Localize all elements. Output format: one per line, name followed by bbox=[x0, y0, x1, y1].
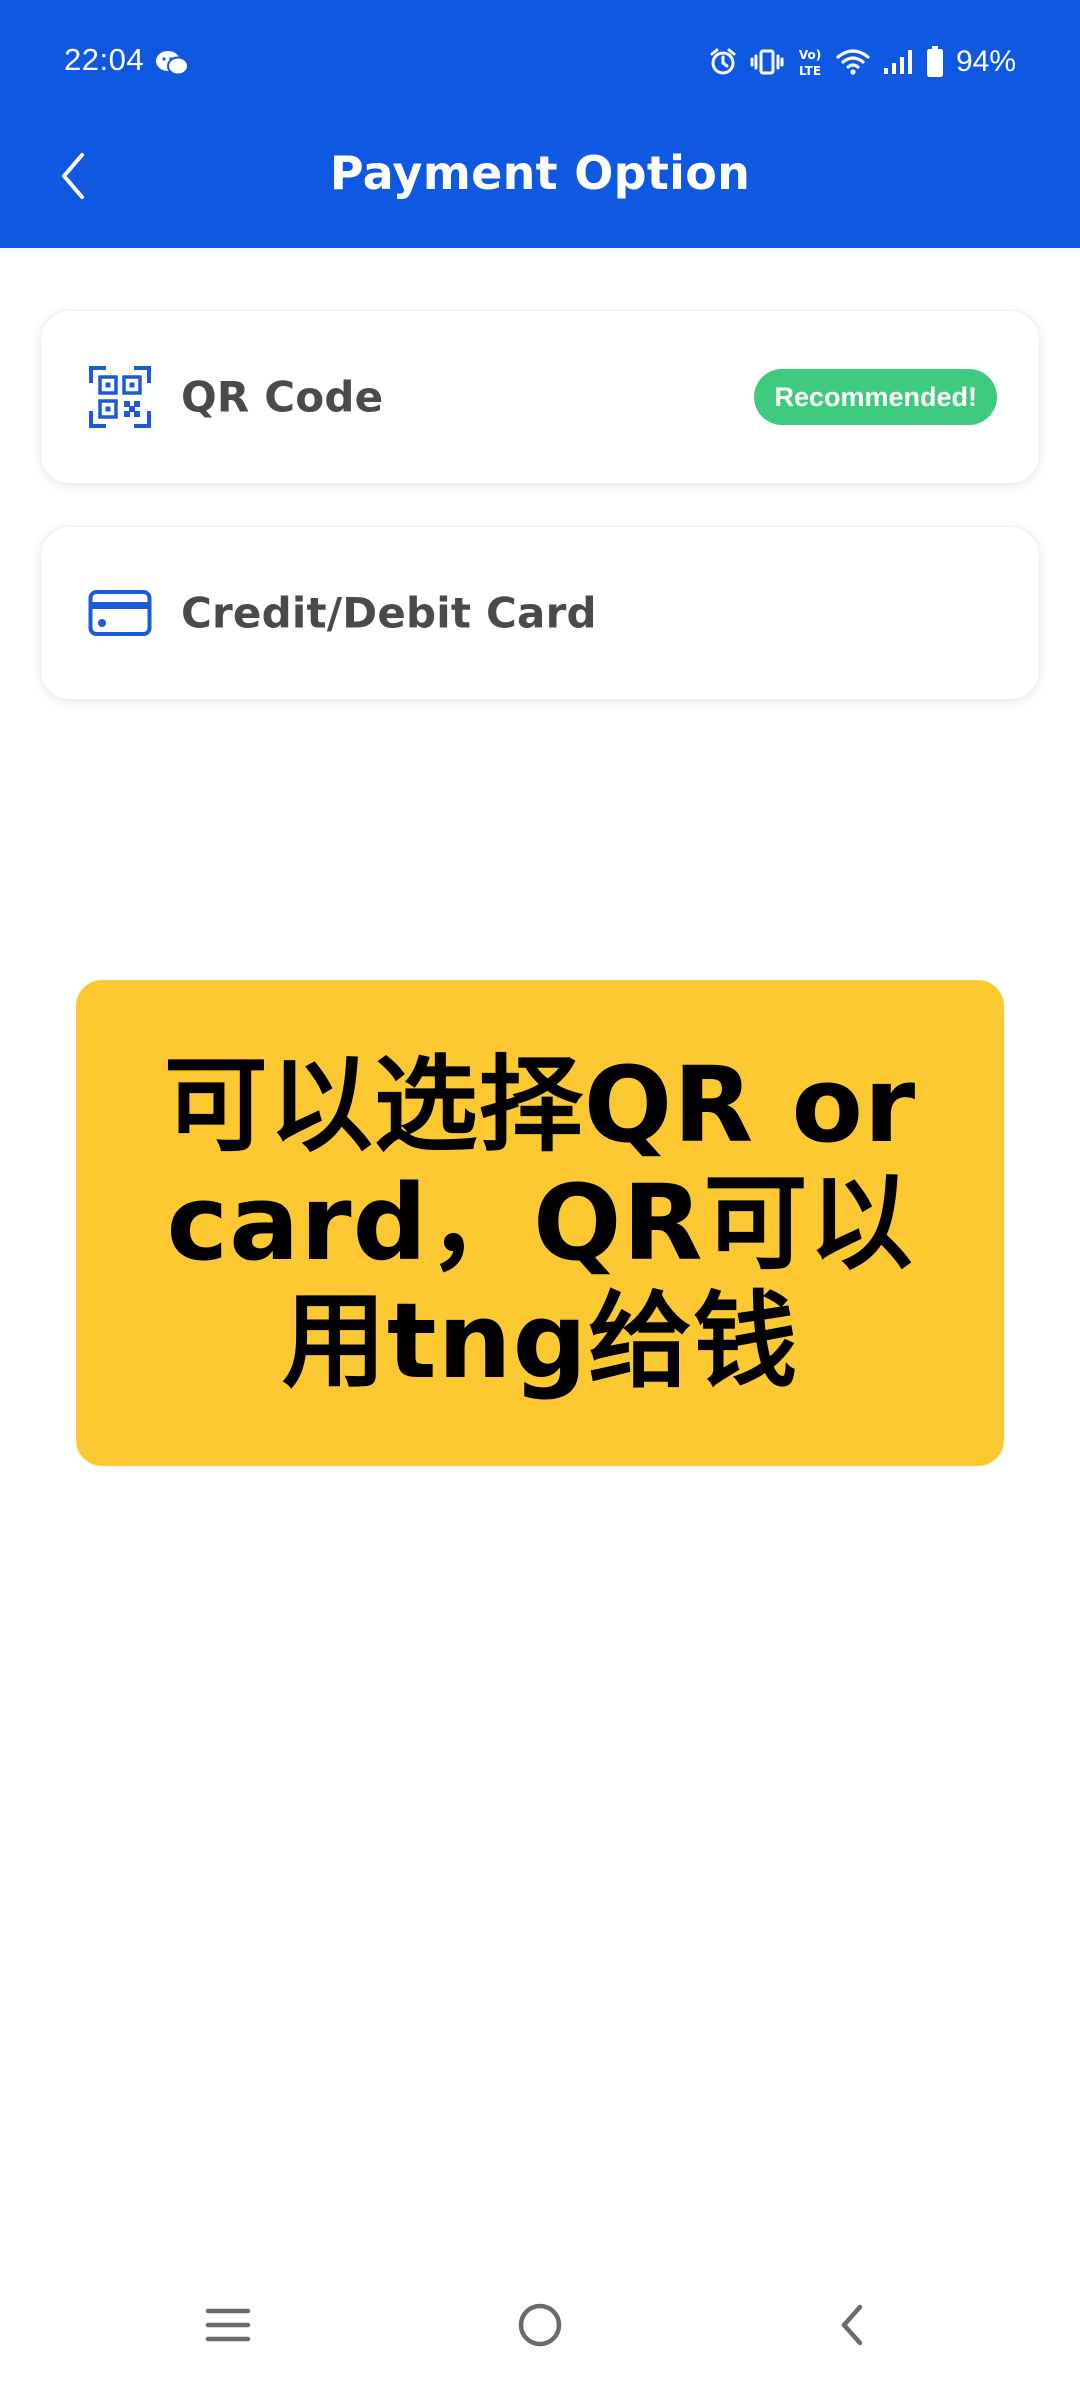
credit-debit-card-option[interactable]: Credit/Debit Card bbox=[40, 526, 1040, 700]
caption-text: 可以选择QR or card，QR可以用tng给钱 bbox=[163, 1044, 917, 1402]
menu-icon bbox=[205, 2308, 251, 2342]
battery-icon bbox=[926, 46, 944, 78]
battery-percentage: 94% bbox=[955, 45, 1016, 78]
system-back-button[interactable] bbox=[812, 2290, 892, 2360]
vibrate-icon bbox=[750, 47, 784, 77]
status-time: 22:04 bbox=[64, 42, 145, 77]
credit-card-icon bbox=[87, 580, 153, 646]
volte-bottom-text: LTE bbox=[799, 64, 821, 78]
qr-code-option[interactable]: QR Code Recommended! bbox=[40, 310, 1040, 484]
credit-debit-card-label: Credit/Debit Card bbox=[181, 588, 597, 638]
page-title: Payment Option bbox=[329, 146, 751, 200]
volte-top-text: Vo) bbox=[799, 48, 821, 62]
recent-apps-button[interactable] bbox=[188, 2290, 268, 2360]
home-circle-icon bbox=[518, 2303, 562, 2347]
app-bar: Payment Option bbox=[0, 126, 1080, 248]
recommended-badge: Recommended! bbox=[754, 369, 997, 425]
chat-notification-icon bbox=[154, 48, 190, 78]
system-navigation-bar bbox=[0, 2250, 1080, 2400]
status-bar: 22:04 Vo) LTE 94% bbox=[0, 0, 1080, 126]
status-icons: Vo) LTE 94% bbox=[696, 42, 1016, 82]
wifi-icon bbox=[836, 48, 870, 76]
home-button[interactable] bbox=[500, 2290, 580, 2360]
app-header: 22:04 Vo) LTE 94% Payment Option bbox=[0, 0, 1080, 248]
qr-code-label: QR Code bbox=[181, 372, 384, 422]
caption-overlay: 可以选择QR or card，QR可以用tng给钱 bbox=[76, 980, 1004, 1466]
alarm-icon bbox=[708, 47, 738, 77]
back-chevron-icon bbox=[841, 2304, 863, 2346]
volte-icon: Vo) LTE bbox=[796, 46, 824, 78]
signal-icon bbox=[882, 48, 914, 76]
qr-code-icon bbox=[87, 364, 153, 430]
